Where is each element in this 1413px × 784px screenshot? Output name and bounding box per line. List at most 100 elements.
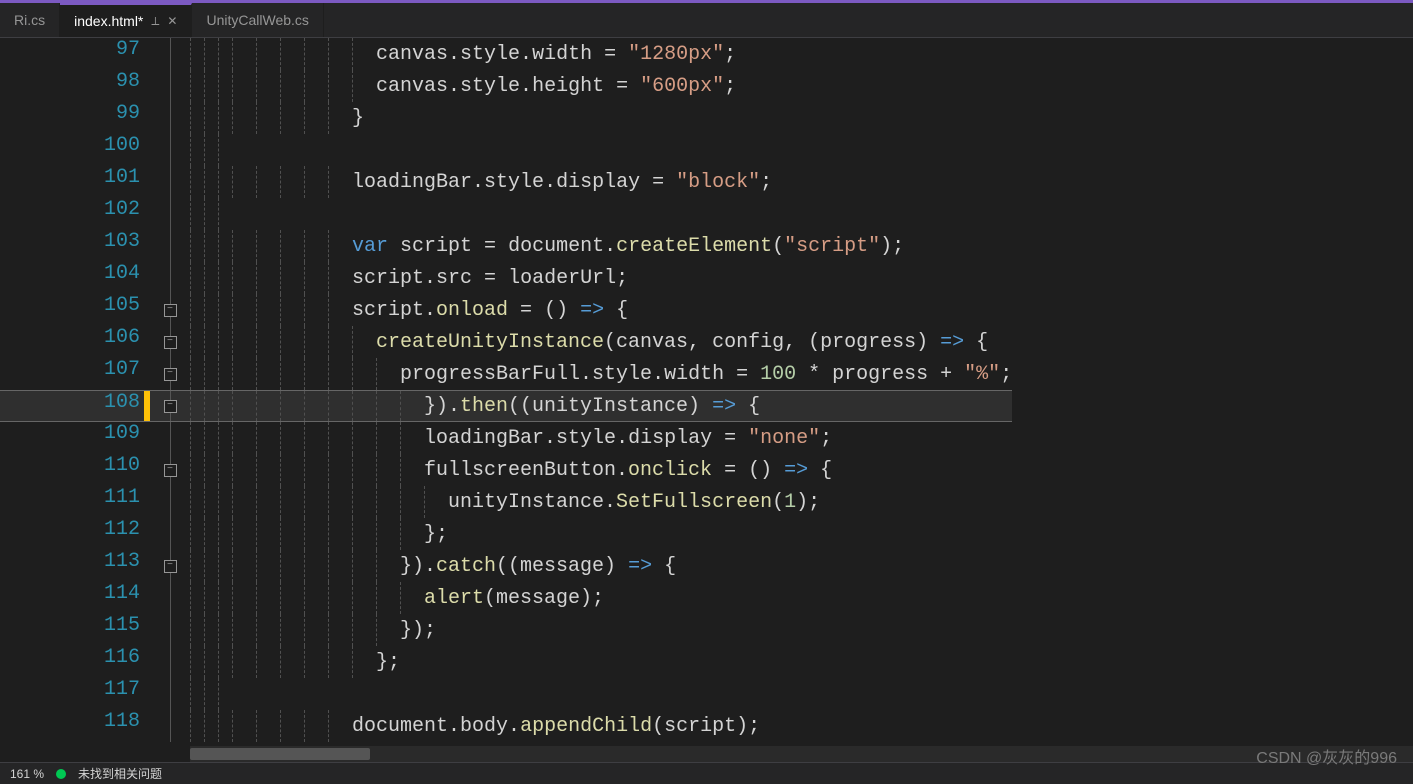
line-number[interactable]: 100: [0, 134, 150, 166]
fold-toggle-icon[interactable]: −: [164, 368, 177, 381]
code-line[interactable]: 113 −}).catch((message) => {: [0, 550, 1012, 582]
code-text[interactable]: }).then((unityInstance) => {: [190, 391, 1012, 421]
line-number[interactable]: 97: [0, 38, 150, 70]
code-line[interactable]: 102: [0, 198, 1012, 230]
fold-toggle-icon[interactable]: −: [164, 560, 177, 573]
code-line[interactable]: 112};: [0, 518, 1012, 550]
line-number[interactable]: 99: [0, 102, 150, 134]
fold-gutter: [150, 230, 190, 262]
code-text[interactable]: canvas.style.width = "1280px";: [190, 38, 1012, 70]
fold-gutter: [150, 518, 190, 550]
line-number[interactable]: 107: [0, 358, 150, 390]
code-line[interactable]: 105 −script.onload = () => {: [0, 294, 1012, 326]
code-text[interactable]: [190, 678, 1012, 710]
line-number[interactable]: 104: [0, 262, 150, 294]
code-text[interactable]: };: [190, 518, 1012, 550]
fold-toggle-icon[interactable]: −: [164, 400, 177, 413]
fold-gutter: [150, 102, 190, 134]
code-text[interactable]: document.body.appendChild(script);: [190, 710, 1012, 742]
horizontal-scrollbar[interactable]: [190, 746, 1413, 762]
editor-area[interactable]: 97 canvas.style.width = "1280px"; 98 canvas…: [0, 38, 1413, 762]
status-bar: 161 % 未找到相关问题: [0, 762, 1413, 784]
fold-gutter: [150, 70, 190, 102]
fold-gutter: [150, 582, 190, 614]
code-line[interactable]: 109 loadingBar.style.display = "none";: [0, 422, 1012, 454]
code-line[interactable]: 100: [0, 134, 1012, 166]
line-number[interactable]: 115: [0, 614, 150, 646]
tab-bar: Ri.cs index.html* ⟂ ✕ UnityCallWeb.cs: [0, 3, 1413, 38]
line-number[interactable]: 110: [0, 454, 150, 486]
fold-gutter: −: [150, 326, 190, 358]
tab-label: index.html*: [74, 13, 143, 29]
code-text[interactable]: }).catch((message) => {: [190, 550, 1012, 582]
code-line[interactable]: 115});: [0, 614, 1012, 646]
scrollbar-thumb[interactable]: [190, 748, 370, 760]
code-line[interactable]: 114 alert(message);: [0, 582, 1012, 614]
code-text[interactable]: }: [190, 102, 1012, 134]
code-text[interactable]: createUnityInstance(canvas, config, (pro…: [190, 326, 1012, 358]
code-text[interactable]: [190, 198, 1012, 230]
code-text[interactable]: });: [190, 614, 1012, 646]
fold-gutter: [150, 198, 190, 230]
code-line[interactable]: 111 unityInstance.SetFullscreen(1);: [0, 486, 1012, 518]
line-number[interactable]: 102: [0, 198, 150, 230]
tab-ri-cs[interactable]: Ri.cs: [0, 3, 60, 37]
line-number[interactable]: 111: [0, 486, 150, 518]
code-line[interactable]: 110 −fullscreenButton.onclick = () => {: [0, 454, 1012, 486]
line-number[interactable]: 117: [0, 678, 150, 710]
tab-unitycallweb-cs[interactable]: UnityCallWeb.cs: [192, 3, 323, 37]
fold-toggle-icon[interactable]: −: [164, 464, 177, 477]
tab-index-html[interactable]: index.html* ⟂ ✕: [60, 3, 192, 37]
fold-gutter: −: [150, 454, 190, 486]
code-line[interactable]: 98 canvas.style.height = "600px";: [0, 70, 1012, 102]
fold-gutter: [150, 646, 190, 678]
line-number[interactable]: 116: [0, 646, 150, 678]
code-text[interactable]: };: [190, 646, 1012, 678]
fold-toggle-icon[interactable]: −: [164, 336, 177, 349]
code-line[interactable]: 99}: [0, 102, 1012, 134]
code-line[interactable]: 103 var script = document.createElement("…: [0, 230, 1012, 262]
code-text[interactable]: var script = document.createElement("scr…: [190, 230, 1012, 262]
line-number[interactable]: 113: [0, 550, 150, 582]
fold-gutter: [150, 678, 190, 710]
line-number[interactable]: 112: [0, 518, 150, 550]
line-number[interactable]: 106: [0, 326, 150, 358]
fold-gutter: −: [150, 391, 190, 421]
fold-toggle-icon[interactable]: −: [164, 304, 177, 317]
fold-gutter: [150, 134, 190, 166]
code-text[interactable]: loadingBar.style.display = "block";: [190, 166, 1012, 198]
line-number[interactable]: 105: [0, 294, 150, 326]
code-line[interactable]: 97 canvas.style.width = "1280px";: [0, 38, 1012, 70]
line-number[interactable]: 118: [0, 710, 150, 742]
code-line[interactable]: 118 document.body.appendChild(script);: [0, 710, 1012, 742]
code-text[interactable]: fullscreenButton.onclick = () => {: [190, 454, 1012, 486]
close-icon[interactable]: ✕: [167, 14, 177, 28]
issues-text[interactable]: 未找到相关问题: [78, 765, 162, 782]
fold-gutter: [150, 38, 190, 70]
line-number[interactable]: 114: [0, 582, 150, 614]
code-line[interactable]: 104 script.src = loaderUrl;: [0, 262, 1012, 294]
fold-gutter: [150, 166, 190, 198]
line-number[interactable]: 108: [0, 391, 150, 421]
code-text[interactable]: script.onload = () => {: [190, 294, 1012, 326]
line-number[interactable]: 103: [0, 230, 150, 262]
code-line[interactable]: 116};: [0, 646, 1012, 678]
code-text[interactable]: unityInstance.SetFullscreen(1);: [190, 486, 1012, 518]
code-text[interactable]: [190, 134, 1012, 166]
code-line[interactable]: 108 −}).then((unityInstance) => {: [0, 390, 1012, 422]
code-text[interactable]: progressBarFull.style.width = 100 * prog…: [190, 358, 1012, 390]
code-text[interactable]: script.src = loaderUrl;: [190, 262, 1012, 294]
code-text[interactable]: alert(message);: [190, 582, 1012, 614]
zoom-level[interactable]: 161 %: [10, 767, 44, 781]
line-number[interactable]: 109: [0, 422, 150, 454]
code-line[interactable]: 117: [0, 678, 1012, 710]
code-line[interactable]: 106 −createUnityInstance(canvas, config, …: [0, 326, 1012, 358]
pin-icon[interactable]: ⟂: [151, 14, 159, 29]
fold-gutter: [150, 614, 190, 646]
line-number[interactable]: 98: [0, 70, 150, 102]
line-number[interactable]: 101: [0, 166, 150, 198]
code-text[interactable]: canvas.style.height = "600px";: [190, 70, 1012, 102]
code-line[interactable]: 101 loadingBar.style.display = "block";: [0, 166, 1012, 198]
code-line[interactable]: 107 −progressBarFull.style.width = 100 * …: [0, 358, 1012, 390]
code-text[interactable]: loadingBar.style.display = "none";: [190, 422, 1012, 454]
